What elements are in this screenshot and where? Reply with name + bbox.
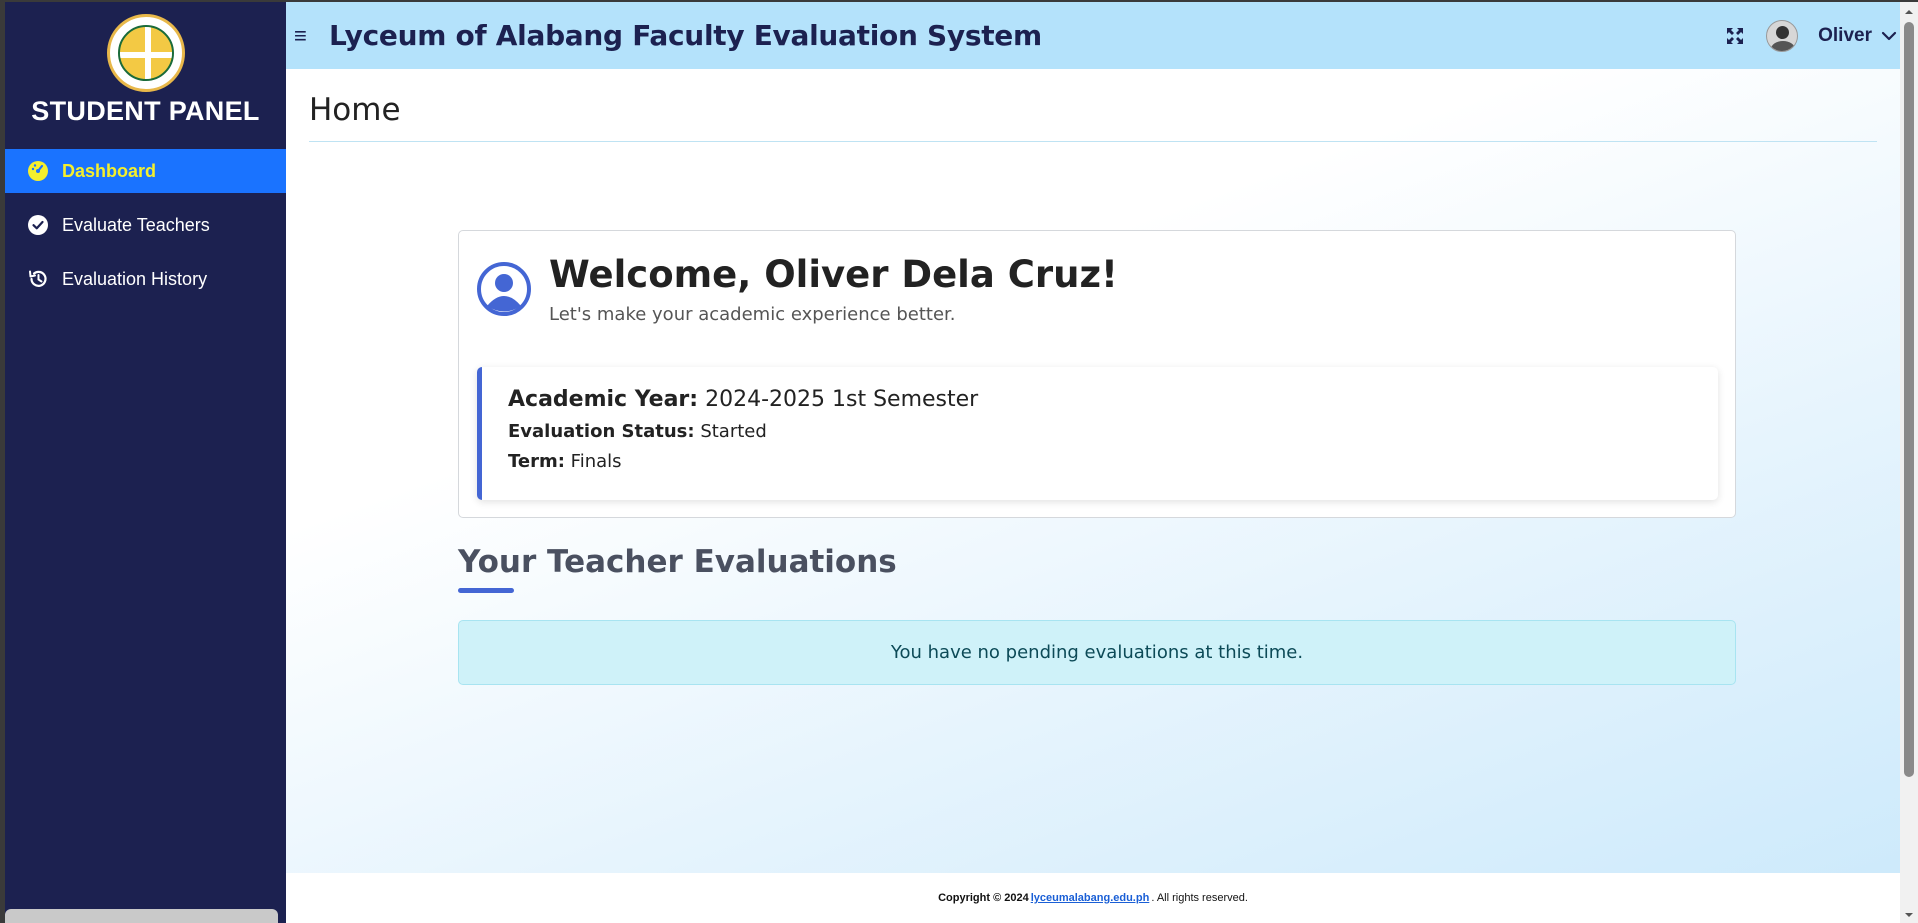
page-scrollbar[interactable] [1900, 2, 1918, 923]
main-content: ≡ Lyceum of Alabang Faculty Evaluation S… [286, 2, 1900, 923]
welcome-card: Welcome, Oliver Dela Cruz! Let's make yo… [458, 230, 1736, 518]
scroll-down-icon[interactable] [1903, 908, 1915, 920]
check-circle-icon [27, 214, 49, 236]
sidebar-item-label: Evaluation History [62, 268, 208, 289]
academic-year-value: 2024-2025 1st Semester [705, 387, 979, 412]
menu-toggle-icon[interactable]: ≡ [294, 23, 314, 49]
school-logo [106, 14, 185, 92]
page-header: Home [309, 69, 1877, 142]
footer-link[interactable]: lyceumalabang.edu.ph [1031, 892, 1150, 904]
academic-info-card: Academic Year: 2024-2025 1st Semester Ev… [477, 367, 1718, 500]
user-name[interactable]: Oliver [1818, 25, 1872, 47]
chevron-down-icon[interactable] [1880, 27, 1898, 45]
sidebar-nav: Dashboard Evaluate Teachers Evaluation H… [5, 149, 286, 301]
page-title: Home [309, 92, 401, 128]
avatar[interactable] [1766, 19, 1799, 52]
sidebar-item-evaluate-teachers[interactable]: Evaluate Teachers [5, 203, 286, 247]
academic-year-row: Academic Year: 2024-2025 1st Semester [508, 387, 978, 412]
scrollbar-thumb[interactable] [1904, 22, 1914, 777]
footer-rights: . All rights reserved. [1151, 892, 1248, 904]
school-seal-icon [117, 25, 174, 81]
gauge-icon [27, 160, 49, 182]
app-window: STUDENT PANEL Dashboard Evaluate Teacher… [5, 2, 1918, 923]
evaluation-status-value: Started [700, 421, 767, 442]
panel-title: STUDENT PANEL [31, 96, 260, 126]
section-title: Your Teacher Evaluations [458, 544, 897, 580]
history-icon [27, 268, 49, 290]
footer-copyright: Copyright © 2024 [938, 892, 1029, 904]
sidebar-brand: STUDENT PANEL [5, 2, 286, 144]
empty-evaluations-alert: You have no pending evaluations at this … [458, 620, 1736, 685]
welcome-title: Welcome, Oliver Dela Cruz! [549, 253, 1118, 296]
sidebar-item-label: Evaluate Teachers [62, 214, 210, 235]
term-value: Finals [570, 451, 622, 472]
term-label: Term: [508, 451, 565, 472]
app-title: Lyceum of Alabang Faculty Evaluation Sys… [329, 19, 1042, 52]
evaluation-status-label: Evaluation Status: [508, 421, 695, 442]
empty-evaluations-message: You have no pending evaluations at this … [890, 642, 1304, 663]
topbar-right: Oliver [1724, 2, 1898, 69]
academic-year-label: Academic Year: [508, 387, 699, 412]
sidebar-item-label: Dashboard [62, 160, 157, 181]
term-row: Term: Finals [508, 451, 622, 472]
sidebar-item-dashboard[interactable]: Dashboard [5, 149, 286, 193]
user-circle-icon [476, 261, 532, 317]
fullscreen-icon[interactable] [1724, 25, 1746, 47]
top-navbar: ≡ Lyceum of Alabang Faculty Evaluation S… [286, 2, 1900, 69]
sidebar: STUDENT PANEL Dashboard Evaluate Teacher… [5, 2, 286, 923]
section-underline [458, 588, 514, 593]
evaluation-status-row: Evaluation Status: Started [508, 421, 767, 442]
sidebar-scrollbar[interactable] [5, 909, 278, 923]
welcome-subtitle: Let's make your academic experience bett… [549, 304, 956, 325]
sidebar-item-evaluation-history[interactable]: Evaluation History [5, 257, 286, 301]
footer: Copyright © 2024 lyceumalabang.edu.ph . … [286, 873, 1900, 923]
scroll-up-icon[interactable] [1903, 5, 1915, 17]
